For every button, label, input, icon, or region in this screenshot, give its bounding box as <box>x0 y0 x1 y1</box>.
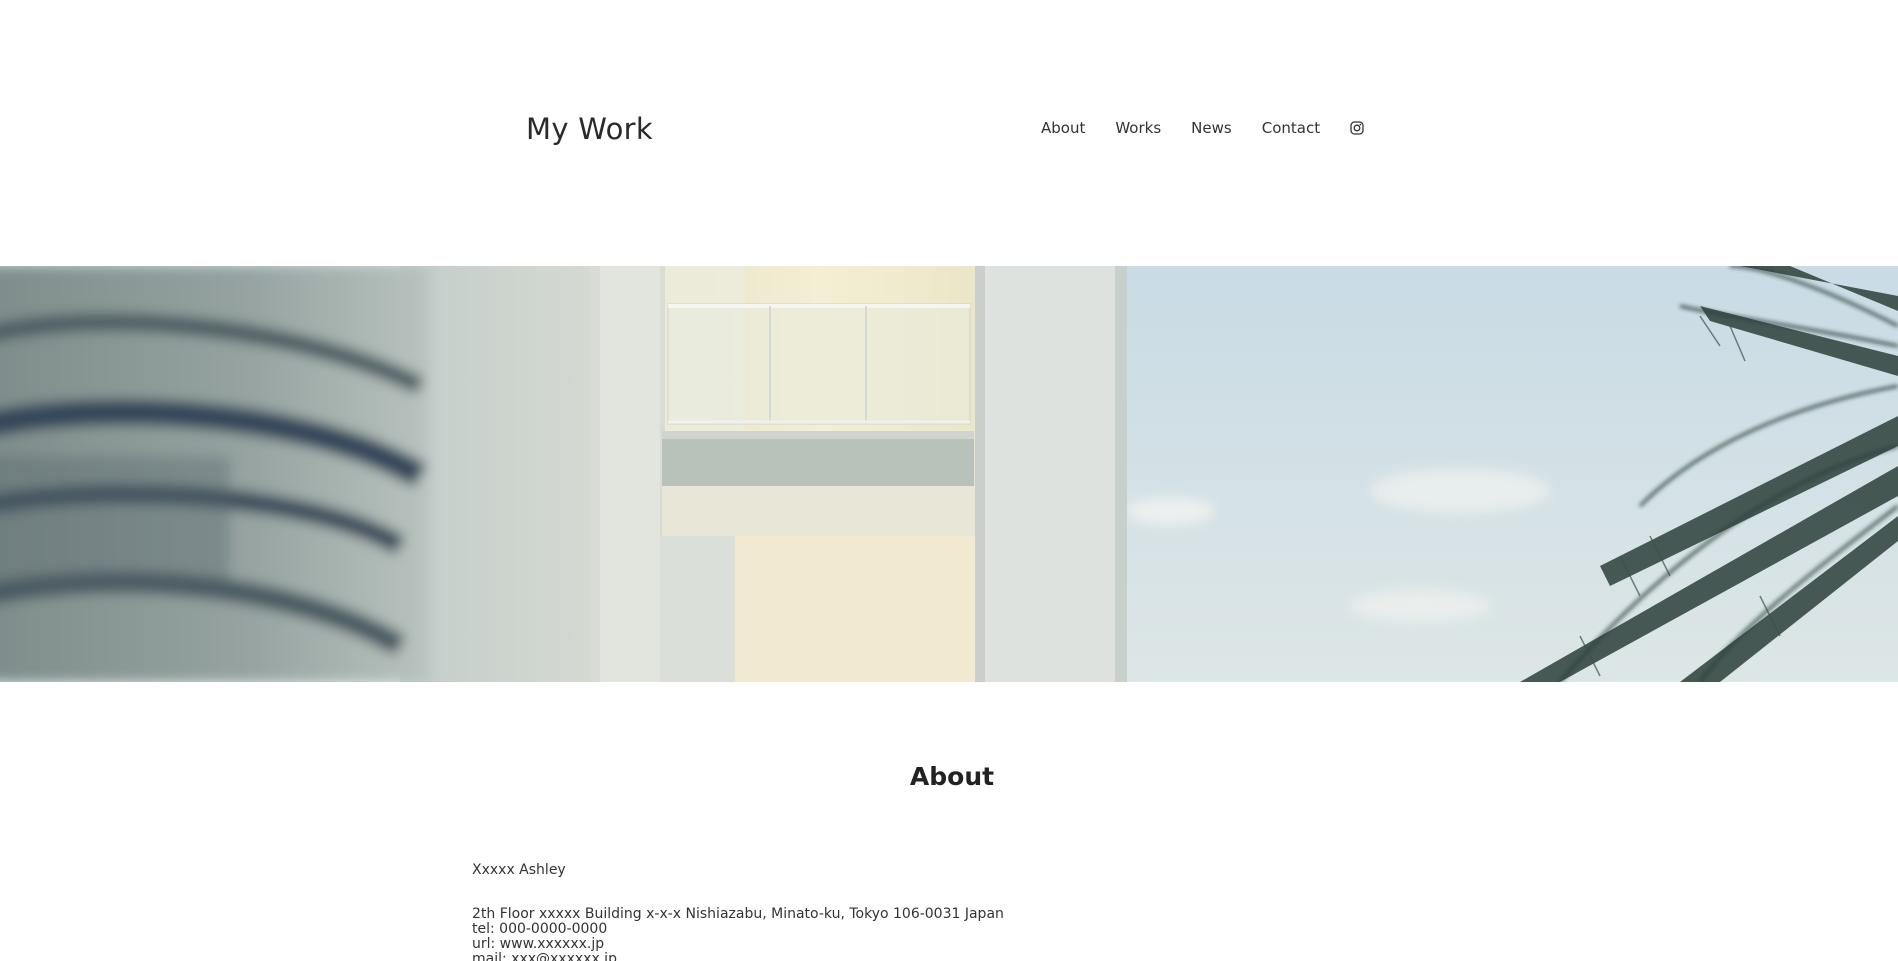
nav-contact-link[interactable]: Contact <box>1262 119 1320 137</box>
about-url: url: www.xxxxxx.jp <box>472 936 605 952</box>
site-title[interactable]: My Work <box>526 112 653 146</box>
main-nav: About Works News Contact <box>1041 119 1364 137</box>
nav-works-link[interactable]: Works <box>1115 119 1161 137</box>
nav-about-link[interactable]: About <box>1041 119 1085 137</box>
nav-news-link[interactable]: News <box>1191 119 1232 137</box>
instagram-icon[interactable] <box>1350 121 1364 135</box>
about-address: 2th Floor xxxxx Building x-x-x Nishiazab… <box>472 906 1004 922</box>
hero-image <box>0 266 1898 682</box>
about-heading: About <box>909 762 995 791</box>
page: My Work About Works News Contact About X… <box>0 0 1898 961</box>
about-tel: tel: 000-0000-0000 <box>472 921 608 937</box>
about-body: Xxxxx Ashley 2th Floor xxxxx Building x-… <box>472 863 1004 961</box>
about-name: Xxxxx Ashley <box>472 862 566 878</box>
about-mail: mail: xxx@xxxxxx.jp <box>472 951 617 961</box>
